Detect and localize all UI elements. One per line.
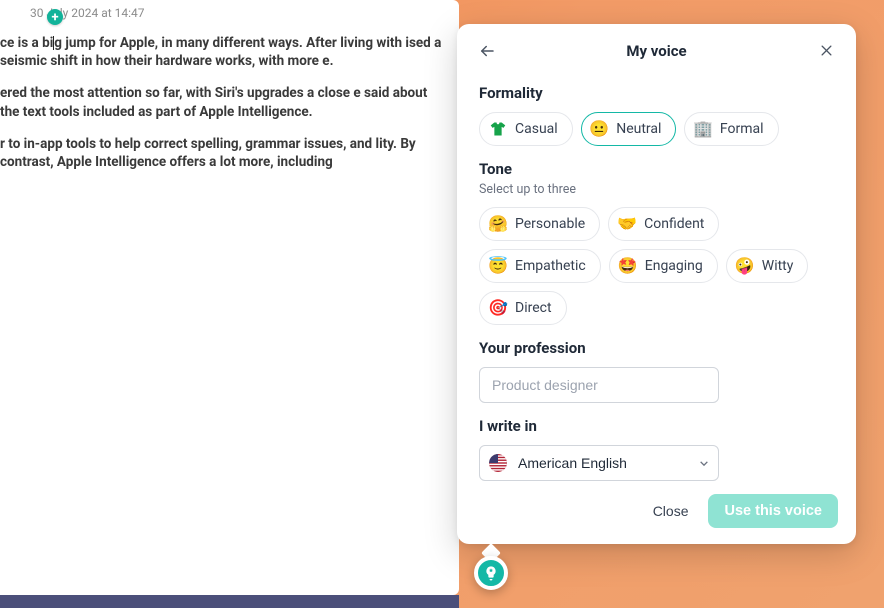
close-icon — [819, 43, 834, 58]
us-flag-icon — [489, 454, 507, 472]
tone-confident[interactable]: 🤝 Confident — [608, 207, 719, 241]
tshirt-icon — [488, 119, 508, 139]
back-arrow-icon — [478, 42, 496, 60]
modal-footer: Close Use this voice — [457, 482, 856, 544]
modal-body: Formality Casual 😐 Neutral 🏢 Formal Tone… — [457, 78, 856, 482]
paragraph: ce is a big jump for Apple, in many diff… — [0, 34, 443, 70]
formality-neutral[interactable]: 😐 Neutral — [581, 112, 676, 146]
chip-label: Confident — [644, 217, 704, 231]
language-select[interactable]: American English — [479, 445, 719, 481]
tone-witty[interactable]: 🤪 Witty — [726, 249, 809, 283]
tone-label: Tone — [479, 160, 834, 178]
use-voice-button[interactable]: Use this voice — [708, 494, 838, 528]
chip-label: Empathetic — [515, 259, 586, 273]
assistant-fab[interactable] — [474, 556, 508, 590]
bulb-icon — [483, 565, 499, 581]
formality-formal[interactable]: 🏢 Formal — [684, 112, 779, 146]
document-pane: 30 July 2024 at 14:47 + ce is a big jump… — [0, 0, 459, 595]
formality-label: Formality — [479, 84, 834, 102]
text-fragment: g jump for Apple, in many different ways… — [0, 35, 441, 69]
office-icon: 🏢 — [693, 119, 713, 139]
tone-empathetic[interactable]: 😇 Empathetic — [479, 249, 601, 283]
halo-icon: 😇 — [488, 256, 508, 276]
paragraph: ered the most attention so far, with Sir… — [0, 84, 443, 120]
tone-engaging[interactable]: 🤩 Engaging — [609, 249, 718, 283]
document-date: 30 July 2024 at 14:47 — [30, 6, 443, 20]
chip-label: Personable — [515, 217, 585, 231]
dart-icon: 🎯 — [488, 298, 508, 318]
profession-input[interactable] — [479, 367, 719, 403]
chip-label: Direct — [515, 301, 552, 315]
close-text-button[interactable]: Close — [647, 495, 695, 527]
paragraph: r to in-app tools to help correct spelli… — [0, 135, 443, 171]
tone-personable[interactable]: 🤗 Personable — [479, 207, 600, 241]
hug-icon: 🤗 — [488, 214, 508, 234]
tone-options: 🤗 Personable 🤝 Confident 😇 Empathetic 🤩 … — [479, 207, 834, 325]
zany-icon: 🤪 — [735, 256, 755, 276]
chip-label: Neutral — [616, 122, 661, 136]
text-fragment: ce is a bi — [0, 35, 53, 51]
my-voice-modal: My voice Formality Casual 😐 Neutral 🏢 Fo… — [457, 24, 856, 544]
language-label: I write in — [479, 417, 834, 435]
chip-label: Casual — [515, 122, 558, 136]
tone-direct[interactable]: 🎯 Direct — [479, 291, 567, 325]
handshake-icon: 🤝 — [617, 214, 637, 234]
back-button[interactable] — [475, 39, 499, 63]
modal-header: My voice — [457, 24, 856, 78]
neutral-face-icon: 😐 — [589, 119, 609, 139]
close-button[interactable] — [814, 39, 838, 63]
app-bottom-bar — [0, 595, 459, 608]
heart-eyes-icon: 🤩 — [618, 256, 638, 276]
tone-sublabel: Select up to three — [479, 182, 834, 197]
chip-label: Formal — [720, 122, 764, 136]
formality-options: Casual 😐 Neutral 🏢 Formal — [479, 112, 834, 146]
profession-label: Your profession — [479, 339, 834, 357]
modal-title: My voice — [626, 42, 686, 60]
chip-label: Engaging — [645, 259, 703, 273]
formality-casual[interactable]: Casual — [479, 112, 573, 146]
document-body[interactable]: ce is a big jump for Apple, in many diff… — [0, 34, 443, 171]
chip-label: Witty — [762, 259, 794, 273]
language-select-wrap: American English — [479, 445, 719, 481]
add-badge[interactable]: + — [47, 9, 63, 25]
